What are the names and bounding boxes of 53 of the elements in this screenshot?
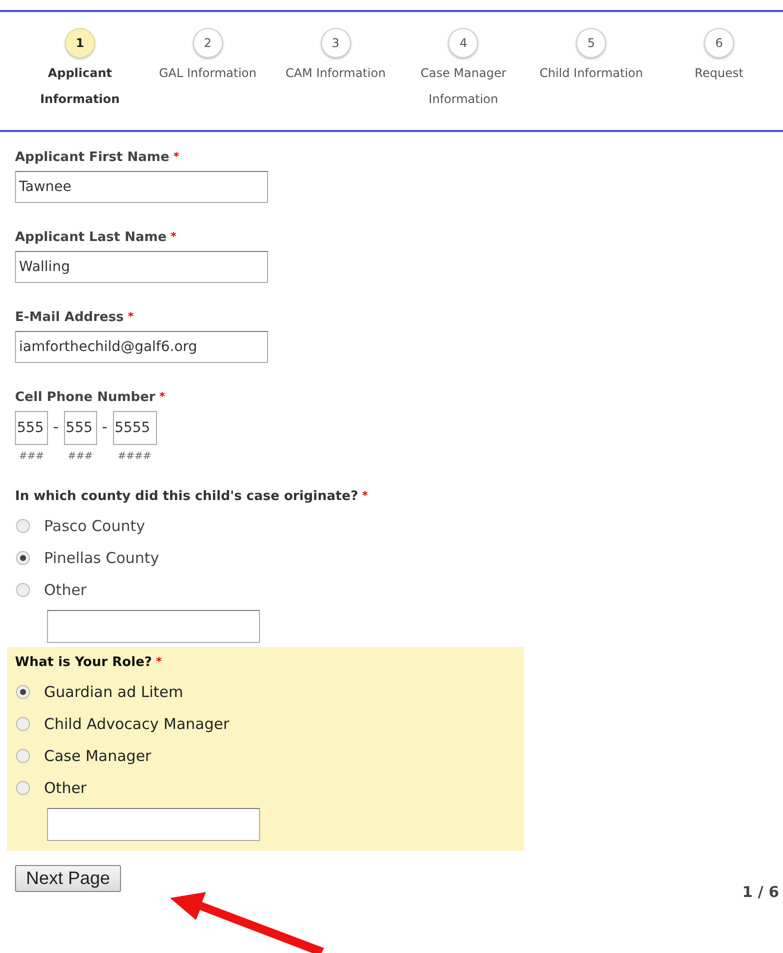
input-field[interactable]: Walling — [15, 251, 268, 283]
input-field[interactable]: iamforthechild@galf6.org — [15, 331, 268, 363]
required-mark: * — [156, 655, 162, 668]
step-label[interactable]: GAL Information — [159, 60, 256, 86]
radio-button[interactable] — [16, 685, 30, 699]
step-label[interactable]: Child Information — [539, 60, 643, 86]
other-input-field[interactable] — [47, 808, 260, 841]
required-mark: * — [173, 150, 180, 163]
radio-label[interactable]: Pinellas County — [44, 549, 160, 567]
dash-separator: - — [53, 416, 59, 436]
phone-field[interactable]: 555 — [15, 411, 48, 445]
radio-button[interactable] — [16, 781, 30, 795]
step-label[interactable]: Applicant Information — [34, 60, 125, 112]
step-label[interactable]: Request — [694, 60, 744, 86]
radio-label[interactable]: Other — [44, 779, 87, 797]
page-indicator: 1 / 6 — [742, 883, 779, 901]
step-number[interactable]: 2 — [192, 28, 223, 58]
step-number[interactable]: 3 — [320, 28, 351, 58]
field-label: Applicant Last Name — [15, 230, 167, 245]
radio-label[interactable]: Child Advocacy Manager — [44, 715, 230, 733]
step-number[interactable]: 5 — [576, 28, 606, 58]
field-label: Cell Phone Number — [15, 390, 156, 405]
step-number[interactable]: 1 — [64, 28, 95, 58]
radio-label[interactable]: Guardian ad Litem — [44, 683, 184, 701]
radio-button[interactable] — [16, 583, 30, 597]
radio-label[interactable]: Case Manager — [44, 747, 152, 765]
required-mark: * — [128, 310, 134, 323]
radio-label[interactable]: Other — [44, 581, 87, 599]
radio-button[interactable] — [16, 519, 30, 533]
step-number[interactable]: 6 — [704, 28, 734, 58]
step-number[interactable]: 4 — [448, 28, 478, 58]
input-field[interactable]: Tawnee — [15, 171, 268, 203]
format-hint: ### — [18, 451, 44, 462]
field-label: E-Mail Address — [15, 310, 124, 325]
other-input-field[interactable] — [47, 610, 260, 643]
field-label: Applicant First Name — [15, 150, 170, 165]
next-page-button[interactable]: Next Page — [15, 865, 122, 892]
radio-button[interactable] — [16, 717, 30, 731]
required-mark: * — [170, 230, 176, 243]
required-mark: * — [159, 390, 166, 403]
radio-button[interactable] — [16, 551, 30, 565]
required-mark: * — [362, 489, 368, 502]
format-hint: ### — [68, 451, 93, 462]
format-hint: #### — [118, 451, 152, 462]
question-label: What is Your Role? — [15, 655, 152, 670]
radio-label[interactable]: Pasco County — [44, 517, 145, 535]
phone-field[interactable]: 5555 — [112, 411, 157, 445]
dash-separator: - — [102, 416, 108, 436]
step-label[interactable]: Case Manager Information — [399, 60, 528, 112]
step-label[interactable]: CAM Information — [285, 60, 386, 86]
question-label: In which county did this child's case originate? — [15, 489, 358, 504]
phone-field[interactable]: 555 — [64, 411, 97, 445]
radio-button[interactable] — [16, 749, 30, 763]
